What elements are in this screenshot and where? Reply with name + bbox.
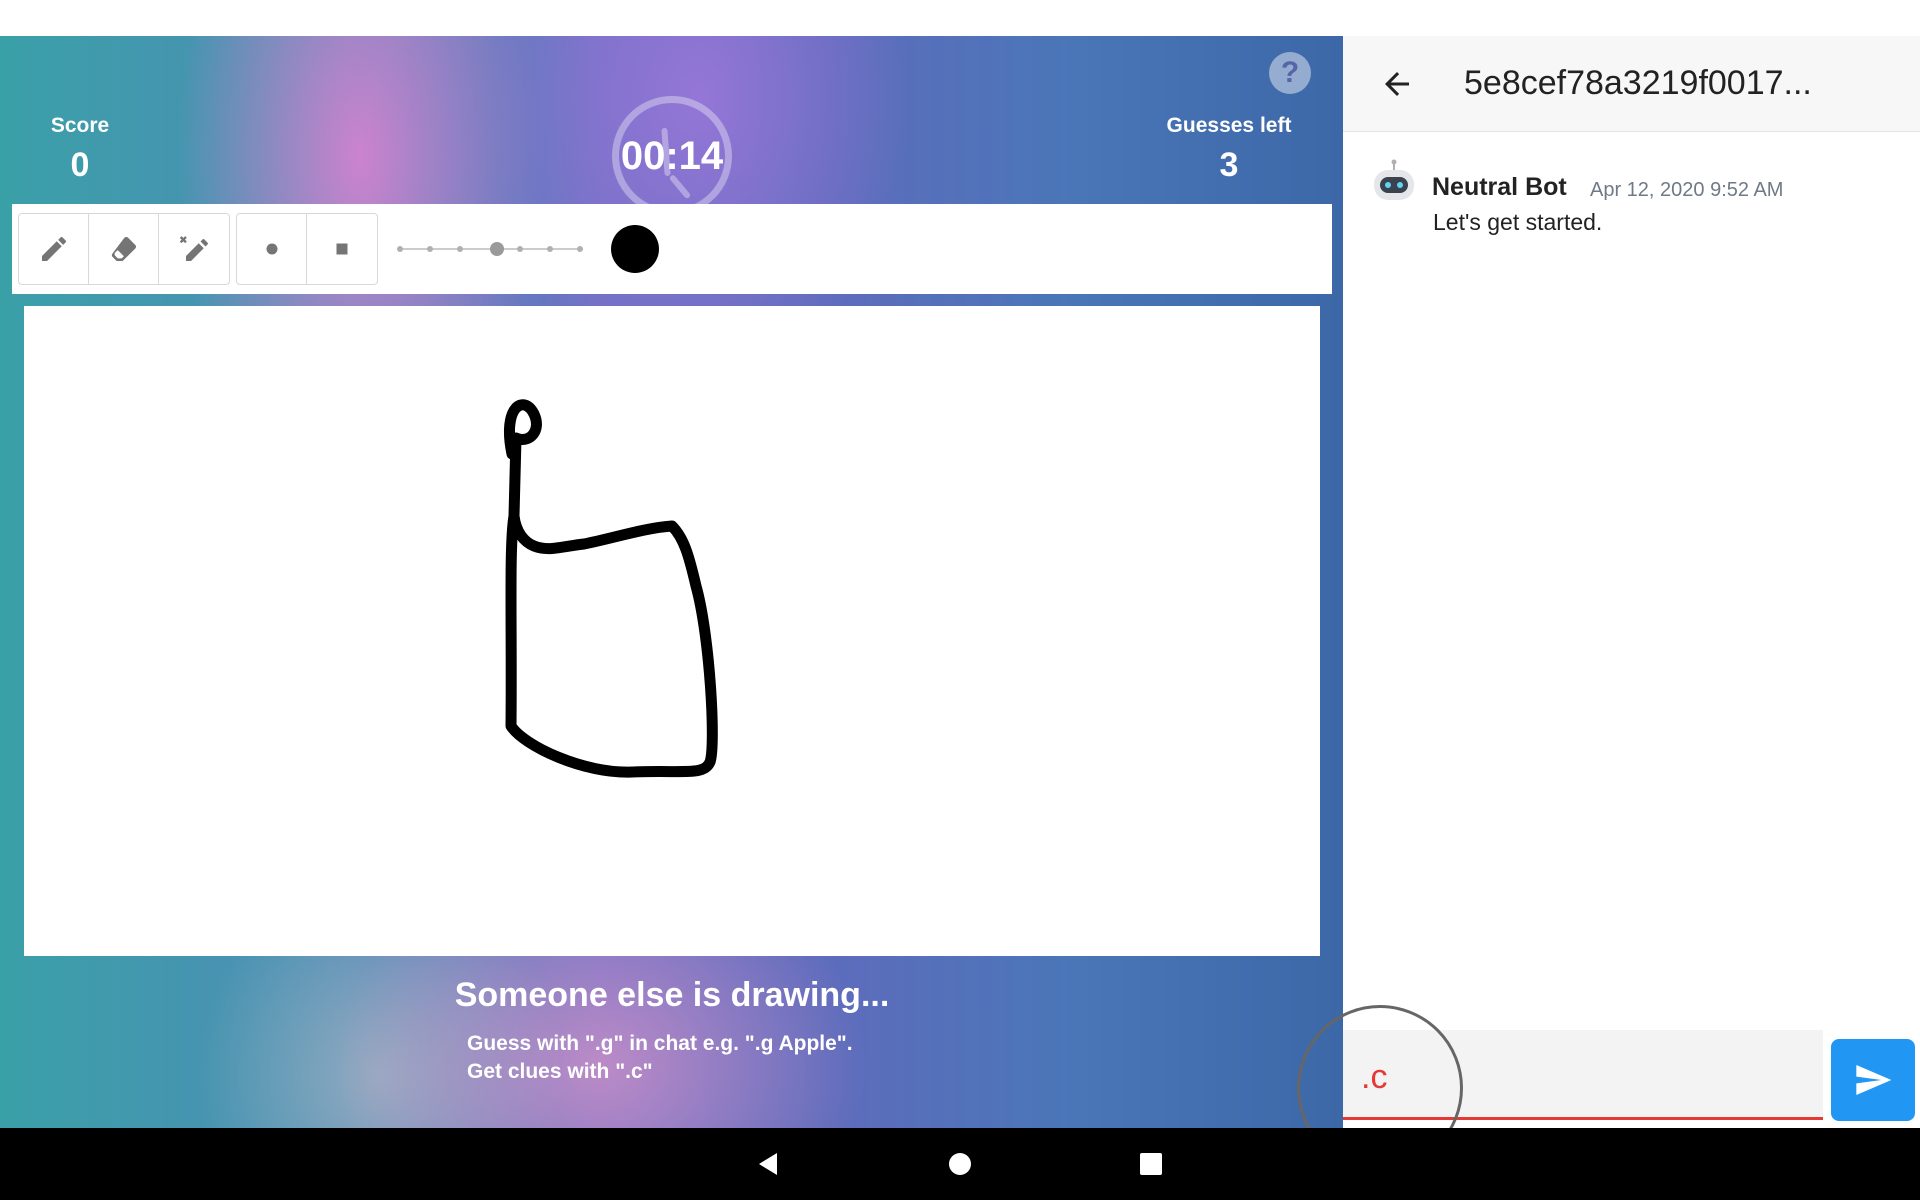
brush-size-thumb[interactable] xyxy=(490,242,504,256)
system-nav-bar xyxy=(0,1128,1920,1200)
score-value: 0 xyxy=(70,146,90,184)
size-step[interactable] xyxy=(457,246,463,252)
chat-title: 5e8cef78a3219f0017... xyxy=(1464,64,1812,102)
status-bar xyxy=(0,0,1920,36)
size-step[interactable] xyxy=(547,246,553,252)
message-author: Neutral Bot xyxy=(1432,173,1567,201)
drawing-canvas[interactable] xyxy=(24,306,1320,956)
size-step[interactable] xyxy=(517,246,523,252)
pencil-icon xyxy=(41,236,66,261)
timer-text: 00:14 xyxy=(620,134,724,178)
drawing-toolbar xyxy=(12,204,1332,294)
nav-back-icon xyxy=(759,1153,777,1175)
game-panel: ? Score 0 00:14 Guesses left 3 Someone e… xyxy=(0,36,1343,1128)
size-step[interactable] xyxy=(397,246,403,252)
square-brush-button[interactable] xyxy=(307,214,377,284)
guess-hint: Guess with ".g" in chat e.g. ".g Apple". xyxy=(467,1032,853,1055)
chat-header: 5e8cef78a3219f0017... xyxy=(1343,36,1920,132)
drawing-status-title: Someone else is drawing... xyxy=(454,976,890,1014)
score-label: Score xyxy=(50,114,110,137)
brush-color-swatch[interactable] xyxy=(611,225,659,273)
guesses-left-label: Guesses left xyxy=(1166,114,1292,137)
chat-panel: 5e8cef78a3219f0017... Neutral Bot Apr 12… xyxy=(1343,36,1920,1128)
drawing-strokes xyxy=(503,399,718,778)
guesses-left-value: 3 xyxy=(1219,146,1239,184)
size-step[interactable] xyxy=(577,246,583,252)
tool-group-main xyxy=(18,213,230,285)
nav-recents-icon xyxy=(1140,1153,1162,1175)
tool-group-brush xyxy=(236,213,378,285)
nav-home-button[interactable] xyxy=(942,1146,978,1182)
eraser-icon xyxy=(111,237,136,261)
nav-home-icon xyxy=(949,1153,971,1175)
arrow-back-icon xyxy=(1385,72,1409,96)
round-brush-button[interactable] xyxy=(237,214,307,284)
back-button[interactable] xyxy=(1379,66,1415,102)
clear-icon xyxy=(179,236,208,261)
send-icon xyxy=(1856,1065,1892,1095)
pencil-button[interactable] xyxy=(19,214,89,284)
clear-canvas-button[interactable] xyxy=(159,214,229,284)
brush-size-slider[interactable] xyxy=(397,242,583,256)
eraser-button[interactable] xyxy=(89,214,159,284)
nav-recents-button[interactable] xyxy=(1133,1146,1169,1182)
message-timestamp: Apr 12, 2020 9:52 AM xyxy=(1590,179,1784,201)
nav-back-button[interactable] xyxy=(750,1146,786,1182)
message-text: Let's get started. xyxy=(1433,209,1603,235)
send-button[interactable] xyxy=(1831,1039,1915,1121)
clue-hint: Get clues with ".c" xyxy=(467,1060,653,1083)
size-step[interactable] xyxy=(427,246,433,252)
help-icon[interactable]: ? xyxy=(1269,52,1311,94)
square-brush-icon xyxy=(336,243,348,255)
round-brush-icon xyxy=(266,243,277,255)
bot-avatar-icon xyxy=(1370,158,1418,206)
